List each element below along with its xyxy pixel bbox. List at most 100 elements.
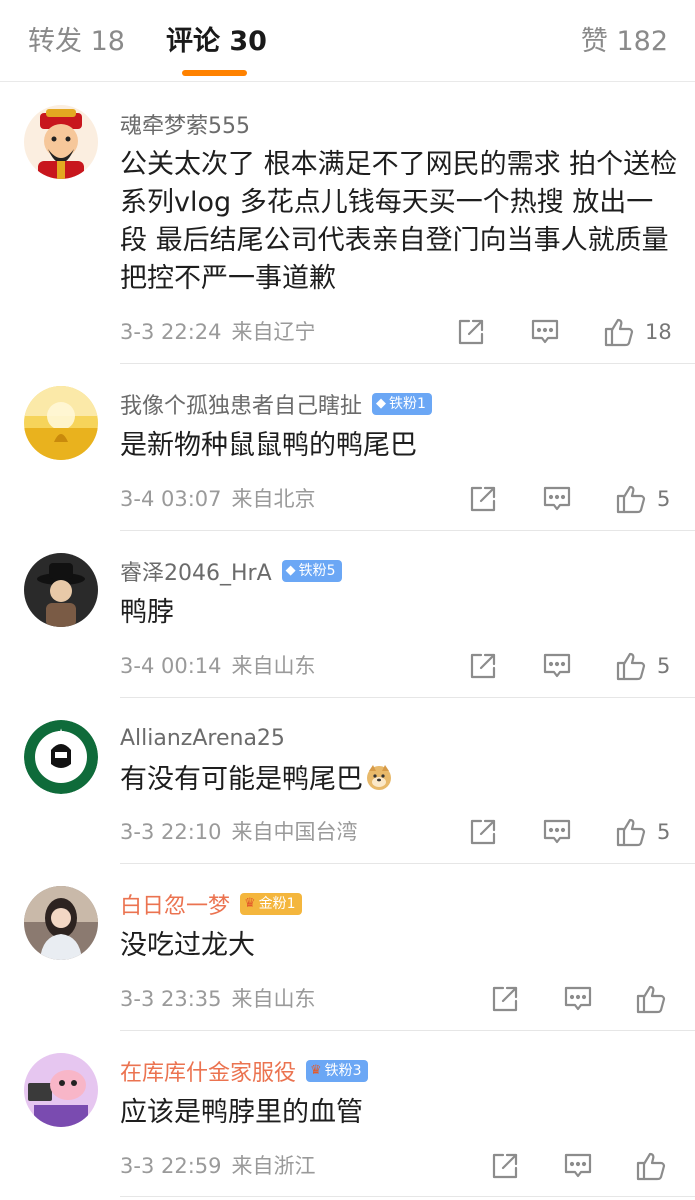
- fan-badge: ♛ 铁粉3: [306, 1060, 368, 1082]
- like-button[interactable]: [635, 981, 667, 1017]
- thumbs-up-icon: [636, 1152, 666, 1181]
- comment-meta: 3-3 22:10 来自中国台湾: [120, 817, 358, 847]
- username[interactable]: AllianzArena25: [120, 726, 285, 751]
- share-button[interactable]: [490, 981, 520, 1017]
- comment-icon: [543, 653, 571, 678]
- diamond-icon: ◆: [376, 396, 387, 411]
- username-row: 我像个孤独患者自己瞎扯 ◆ 铁粉1: [120, 388, 432, 420]
- comment-time: 3-3 22:59: [120, 1154, 222, 1178]
- thumbs-up-icon: [616, 485, 646, 514]
- comment-meta: 3-4 00:14 来自山东: [120, 651, 316, 681]
- tab-comments[interactable]: 评论 30: [166, 22, 267, 62]
- share-button[interactable]: [490, 1148, 520, 1184]
- username[interactable]: 我像个孤独患者自己瞎扯: [120, 388, 362, 420]
- tab-bar: 转发 18 评论 30 赞 182: [0, 0, 695, 82]
- comment-text: 鸭脖: [120, 597, 174, 628]
- comment-location: 来自浙江: [231, 1154, 316, 1178]
- reply-button[interactable]: [530, 314, 560, 350]
- comment-location: 来自山东: [231, 654, 316, 678]
- svg-text:★: ★: [57, 728, 65, 738]
- comment-location: 来自山东: [231, 987, 316, 1011]
- username-row: 在库库什金家服役 ♛ 铁粉3: [120, 1055, 368, 1087]
- comment-icon: [543, 819, 571, 844]
- thumbs-up-icon: [616, 818, 646, 847]
- share-icon: [458, 319, 484, 345]
- share-icon: [492, 1153, 518, 1179]
- comment-text: 公关太次了 根本满足不了网民的需求 拍个送检系列vlog 多花点儿钱每天买一个热…: [120, 149, 678, 294]
- comment-time: 3-4 00:14: [120, 654, 222, 678]
- crown-icon: ♛: [310, 1063, 322, 1078]
- like-count: 5: [657, 654, 671, 678]
- comment-location: 来自中国台湾: [231, 820, 358, 844]
- star-wars-coffee-logo-avatar[interactable]: ★: [24, 720, 98, 794]
- username-row: 白日忽一梦 ♛ 金粉1: [120, 888, 302, 920]
- comment-meta: 3-3 22:24 来自辽宁: [120, 317, 316, 347]
- comment-icon: [531, 319, 559, 344]
- like-button[interactable]: 5: [615, 481, 670, 517]
- username[interactable]: 睿泽2046_HrA: [120, 555, 272, 587]
- comment-text: 没吃过龙大: [120, 930, 255, 961]
- fan-badge: ♛ 金粉1: [240, 893, 302, 915]
- active-tab-indicator: [182, 70, 247, 76]
- divider: [120, 1030, 695, 1031]
- comment-time: 3-3 23:35: [120, 987, 222, 1011]
- comment-icon: [543, 486, 571, 511]
- reply-button[interactable]: [563, 981, 593, 1017]
- divider: [120, 530, 695, 531]
- like-count: 18: [645, 320, 672, 344]
- like-count: 5: [657, 820, 671, 844]
- reply-button[interactable]: [542, 814, 572, 850]
- divider: [120, 363, 695, 364]
- username[interactable]: 在库库什金家服役: [120, 1055, 296, 1087]
- doge-emoji: [367, 765, 391, 790]
- comment-time: 3-3 22:10: [120, 820, 222, 844]
- like-button[interactable]: 5: [615, 648, 670, 684]
- comment-meta: 3-3 23:35 来自山东: [120, 984, 316, 1014]
- share-button[interactable]: [456, 314, 486, 350]
- divider: [120, 863, 695, 864]
- pink-cartoon-avatar[interactable]: [24, 1053, 98, 1127]
- thumbs-up-icon: [636, 985, 666, 1014]
- share-icon: [492, 986, 518, 1012]
- fan-badge: ◆ 铁粉5: [281, 560, 342, 582]
- share-button[interactable]: [468, 648, 498, 684]
- figure-in-hat-avatar[interactable]: [24, 553, 98, 627]
- share-icon: [470, 486, 496, 512]
- comment-text-content: 有没有可能是鸭尾巴: [120, 764, 363, 795]
- comment-meta: 3-4 03:07 来自北京: [120, 484, 316, 514]
- golden-field-avatar[interactable]: [24, 386, 98, 460]
- comment-text: 是新物种鼠鼠鸭的鸭尾巴: [120, 430, 417, 461]
- like-button[interactable]: 18: [603, 314, 672, 350]
- reply-button[interactable]: [542, 481, 572, 517]
- comment-text: 有没有可能是鸭尾巴: [120, 761, 680, 799]
- thumbs-up-icon: [604, 318, 634, 347]
- cartoon-god-of-wealth-avatar[interactable]: [24, 105, 98, 179]
- share-icon: [470, 819, 496, 845]
- comment-location: 来自辽宁: [231, 320, 316, 344]
- tab-repost[interactable]: 转发 18: [28, 22, 125, 62]
- share-button[interactable]: [468, 481, 498, 517]
- share-button[interactable]: [468, 814, 498, 850]
- reply-button[interactable]: [563, 1148, 593, 1184]
- like-button[interactable]: 5: [615, 814, 670, 850]
- username-row: 魂牵梦萦555: [120, 108, 250, 140]
- username-row: AllianzArena25: [120, 722, 285, 754]
- comment-time: 3-3 22:24: [120, 320, 222, 344]
- thumbs-up-icon: [616, 652, 646, 681]
- reply-button[interactable]: [542, 648, 572, 684]
- comment-text: 应该是鸭脖里的血管: [120, 1097, 363, 1128]
- tab-likes[interactable]: 赞 182: [581, 22, 668, 62]
- fan-badge-label: 铁粉1: [389, 396, 426, 412]
- comment-icon: [564, 1153, 592, 1178]
- fan-badge-label: 金粉1: [258, 896, 296, 912]
- girl-portrait-avatar[interactable]: [24, 886, 98, 960]
- comment-meta: 3-3 22:59 来自浙江: [120, 1151, 316, 1181]
- fan-badge-label: 铁粉3: [324, 1063, 362, 1079]
- like-button[interactable]: [635, 1148, 667, 1184]
- username[interactable]: 白日忽一梦: [120, 888, 230, 920]
- crown-icon: ♛: [244, 896, 256, 911]
- diamond-icon: ◆: [285, 563, 296, 578]
- share-icon: [470, 653, 496, 679]
- username[interactable]: 魂牵梦萦555: [120, 108, 250, 140]
- username-row: 睿泽2046_HrA ◆ 铁粉5: [120, 555, 342, 587]
